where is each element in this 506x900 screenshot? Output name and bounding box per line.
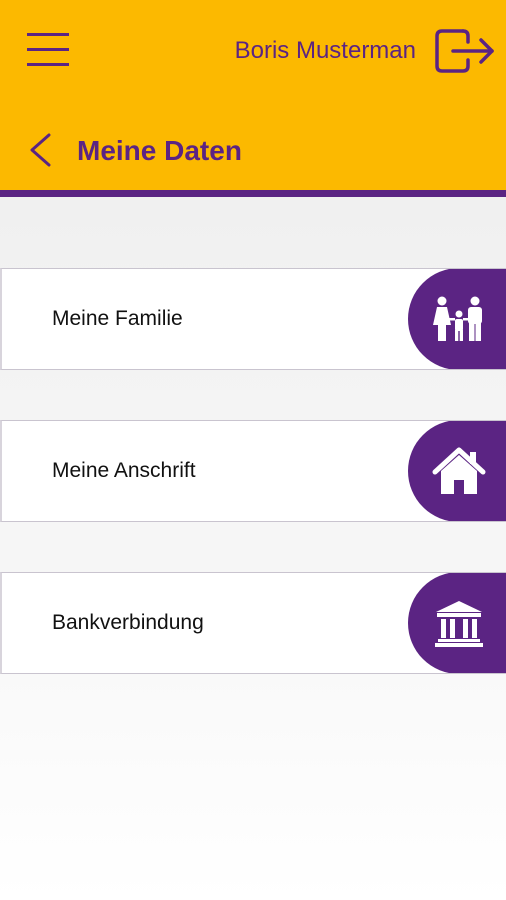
card-label: Bankverbindung [52, 611, 204, 634]
logout-button[interactable] [428, 22, 500, 80]
bank-icon [435, 601, 483, 647]
card-badge [408, 421, 506, 521]
app-header: Boris Musterman Meine Daten [0, 0, 506, 190]
back-button[interactable] [22, 130, 58, 170]
page-title: Meine Daten [77, 135, 242, 166]
card-bankverbindung[interactable]: Bankverbindung [0, 572, 506, 674]
card-meine-anschrift[interactable]: Meine Anschrift [0, 420, 506, 522]
header-divider [0, 190, 506, 197]
card-badge [408, 573, 506, 673]
menu-button[interactable] [22, 26, 74, 74]
user-name: Boris Musterman [234, 37, 416, 64]
home-icon [432, 447, 486, 494]
chevron-left-icon [30, 133, 51, 167]
card-label: Meine Anschrift [52, 459, 196, 482]
logout-icon [435, 29, 494, 73]
card-label: Meine Familie [52, 307, 183, 330]
family-icon [433, 296, 482, 341]
hamburger-menu-icon [27, 33, 69, 66]
card-badge [408, 269, 506, 369]
card-meine-familie[interactable]: Meine Familie [0, 268, 506, 370]
